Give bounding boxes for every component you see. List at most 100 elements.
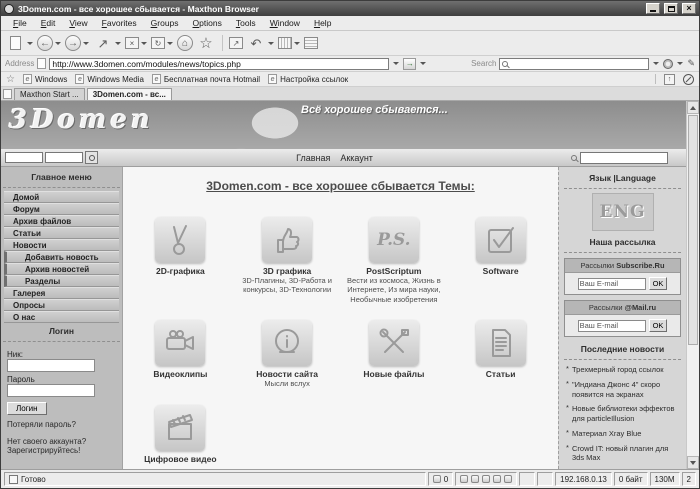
nav-link-home[interactable]: Главная [296,153,330,163]
refresh-icon[interactable]: ↻ [151,37,165,49]
ad-blocker-icon[interactable] [683,74,694,85]
menu-options[interactable]: Options [187,17,228,29]
filter-icon[interactable] [471,475,479,483]
globe-dropdown[interactable] [677,62,683,65]
link-windows-media[interactable]: eWindows Media [75,74,143,84]
vertical-scrollbar[interactable] [686,101,699,469]
topic-digital-video[interactable]: Цифровое видео [129,405,232,464]
news-link[interactable]: 3D-дисплей для путешественников [565,468,680,469]
back-dropdown[interactable] [55,42,61,45]
nav-login-go-button[interactable] [85,151,98,164]
nav-password-input[interactable] [45,152,83,163]
address-dropdown[interactable] [393,62,399,65]
proxy-icon[interactable] [504,475,512,483]
register-link[interactable]: Зарегистрируйтесь! [7,446,116,455]
menu-tools[interactable]: Tools [230,17,262,29]
menu-view[interactable]: View [63,17,93,29]
link-customize[interactable]: eНастройка ссылок [268,74,348,84]
sidebar-item-home[interactable]: Домой [4,191,119,203]
favorites-star-icon[interactable]: ☆ [196,33,216,53]
sidebar-item-articles[interactable]: Статьи [4,227,119,239]
minimize-button[interactable] [646,3,660,14]
groups-dropdown[interactable] [294,42,300,45]
topic-site-news[interactable]: Новости сайта Мысли вслух [236,320,339,388]
stop-dropdown[interactable] [141,42,147,45]
sidebar-item-add-news[interactable]: Добавить новость [4,251,119,263]
news-link[interactable]: "Индиана Джонс 4" скоро появится на экра… [565,380,680,400]
close-button[interactable]: × [682,3,696,14]
search-input[interactable] [510,59,646,69]
sidebar-item-about[interactable]: О нас [4,311,119,323]
home-icon[interactable]: ⌂ [177,35,193,51]
menu-edit[interactable]: Edit [35,17,62,29]
nick-input[interactable] [7,359,95,372]
settings-gear-icon[interactable] [493,475,501,483]
new-page-dropdown[interactable] [27,42,33,45]
sidebar-item-news-archive[interactable]: Архив новостей [4,263,119,275]
go-icon[interactable]: → [403,58,416,70]
sidebar-item-news[interactable]: Новости [4,239,119,251]
undo-dropdown[interactable] [268,42,274,45]
groups-icon[interactable] [278,37,292,49]
language-eng-badge[interactable]: ENG [592,193,654,231]
scroll-down-icon[interactable] [687,456,699,469]
topic-video-clips[interactable]: Видеоклипы [129,320,232,388]
topic-software[interactable]: Software [449,217,552,304]
menu-groups[interactable]: Groups [145,17,185,29]
scroll-up-icon[interactable] [687,101,699,114]
highlight-pen-icon[interactable]: ✎ [687,58,695,69]
menu-help[interactable]: Help [308,17,337,29]
stop-icon[interactable]: × [125,37,139,49]
sidebar-item-forum[interactable]: Форум [4,203,119,215]
translate-globe-icon[interactable] [663,59,673,69]
password-input[interactable] [7,384,95,397]
site-search-input[interactable] [580,152,668,164]
layout-list-icon[interactable] [304,37,318,49]
nav-login-input[interactable] [5,152,43,163]
subscribe-ru-ok-button[interactable]: OK [649,277,668,290]
news-link[interactable]: Новые библиотеки эффектов для particleIl… [565,404,680,424]
links-star-icon[interactable]: ☆ [6,74,15,85]
up-icon[interactable]: ↗ [93,33,113,53]
window-resize-icon[interactable]: ↗ [229,37,243,49]
tab-3domen[interactable]: 3Domen.com - вс... [87,88,172,100]
undo-icon[interactable]: ↶ [246,33,266,53]
mail-ru-email-input[interactable] [578,320,646,332]
link-hotmail[interactable]: eБесплатная почта Hotmail [152,74,260,84]
subscribe-ru-email-input[interactable] [578,278,646,290]
search-dropdown[interactable] [653,62,659,65]
tab-maxthon-start[interactable]: Maxthon Start ... [14,88,85,100]
topic-3d-graphics[interactable]: 3D графика 3D-Плагины, 3D-Работа и конку… [236,217,339,304]
link-windows[interactable]: eWindows [23,74,67,84]
menu-window[interactable]: Window [264,17,306,29]
scrollbar-thumb[interactable] [688,115,698,345]
sidebar-item-polls[interactable]: Опросы [4,299,119,311]
sidebar-item-file-archive[interactable]: Архив файлов [4,215,119,227]
up-dropdown[interactable] [115,42,121,45]
address-input[interactable] [49,58,389,70]
nav-link-account[interactable]: Аккаунт [340,153,373,163]
topic-new-files[interactable]: Новые файлы [343,320,446,388]
panel-up-icon[interactable]: ↑ [664,74,675,85]
sidebar-item-sections[interactable]: Разделы [4,275,119,287]
login-button[interactable]: Логин [7,402,47,415]
mail-ru-ok-button[interactable]: OK [649,319,668,332]
popup-blocker-icon[interactable] [482,475,490,483]
back-icon[interactable]: ← [37,35,53,51]
forward-icon[interactable]: → [65,35,81,51]
forward-dropdown[interactable] [83,42,89,45]
lost-password-link[interactable]: Потеряли пароль? [7,420,116,429]
news-link[interactable]: Crowd IT: новый плагин для 3ds Max [565,444,680,464]
menu-favorites[interactable]: Favorites [96,17,143,29]
new-page-icon[interactable] [5,33,25,53]
sidebar-item-gallery[interactable]: Галерея [4,287,119,299]
go-dropdown[interactable] [420,62,426,65]
news-link[interactable]: Материал Xray Blue [565,429,680,439]
topic-articles[interactable]: Статьи [449,320,552,388]
menu-file[interactable]: File [7,17,33,29]
restore-button[interactable] [664,3,678,14]
topic-2d-graphics[interactable]: 2D-графика [129,217,232,304]
tab-list-icon[interactable] [3,89,12,99]
topic-postscriptum[interactable]: P.S. PostScriptum Вести из космоса, Жизн… [343,217,446,304]
news-link[interactable]: Трехмерный город ссылок [565,365,680,375]
